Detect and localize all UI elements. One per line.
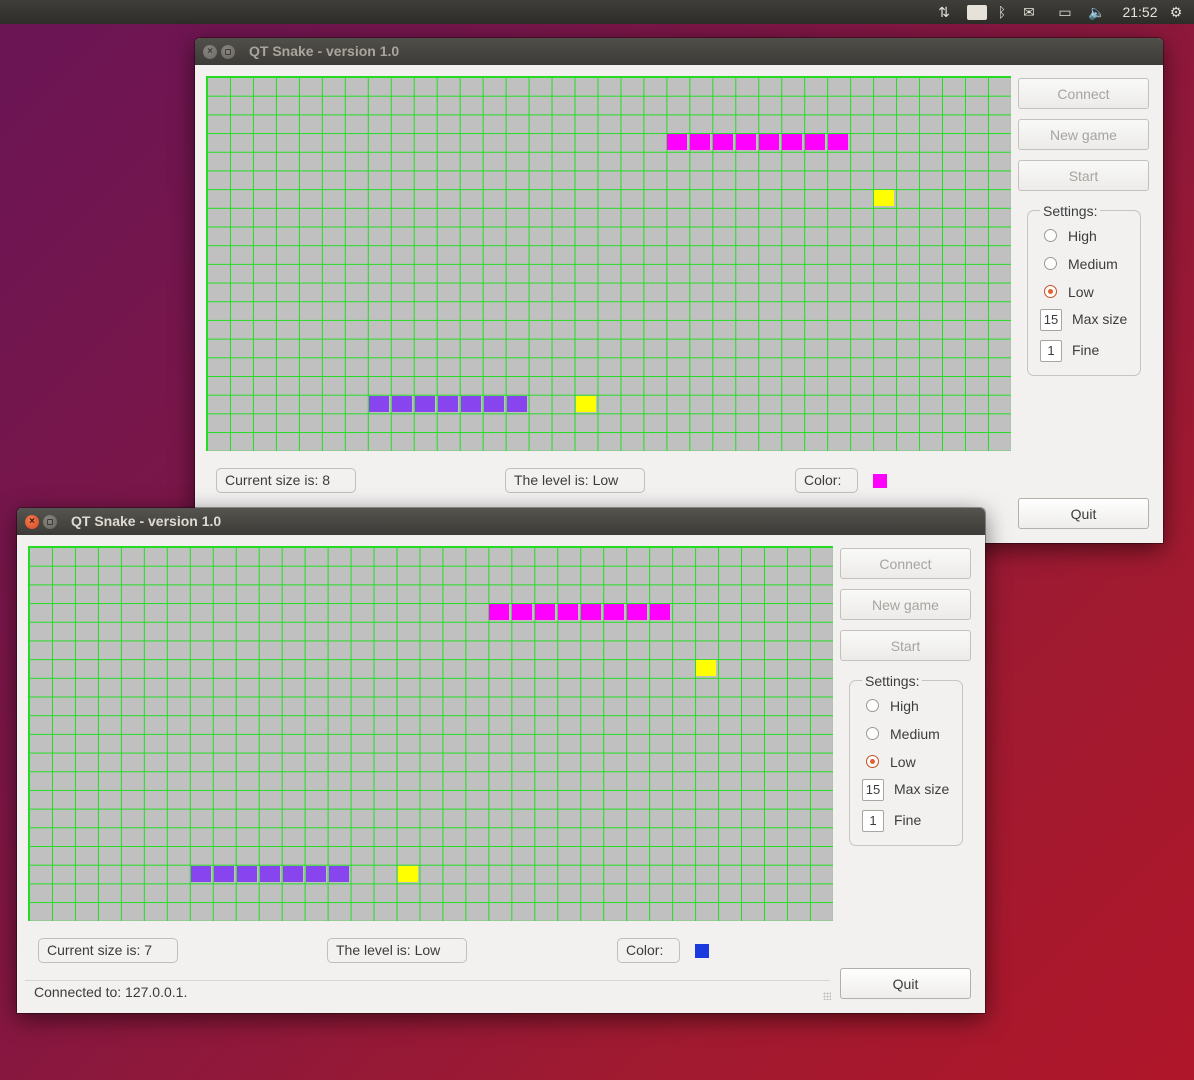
- snake-segment: [759, 134, 780, 150]
- connect-button[interactable]: Connect: [1018, 78, 1149, 109]
- minimize-icon[interactable]: [43, 515, 57, 529]
- radio-medium-indicator[interactable]: [866, 727, 879, 740]
- snake-segment: [650, 604, 671, 620]
- current-size-label: Current size is: 8: [216, 468, 356, 493]
- new-game-button[interactable]: New game: [1018, 119, 1149, 150]
- title-bar[interactable]: × QT Snake - version 1.0: [17, 508, 985, 535]
- game-board: [28, 546, 833, 921]
- radio-low-indicator[interactable]: [1044, 285, 1057, 298]
- fine-input[interactable]: 1: [862, 810, 884, 832]
- top-panel: ⇅ Ru ᛒ ✉ ▭ 🔈 21:52 ⚙: [0, 0, 1194, 24]
- snake-segment: [535, 604, 556, 620]
- color-label: Color:: [795, 468, 858, 493]
- settings-group: Settings: High Medium Low 15 Max size 1 Fi…: [849, 673, 963, 846]
- snake-segment: [414, 395, 435, 412]
- snake-segment: [460, 395, 481, 412]
- close-icon[interactable]: ×: [203, 45, 217, 59]
- radio-medium-indicator[interactable]: [1044, 257, 1057, 270]
- status-bar-text: Connected to: 127.0.0.1.: [34, 984, 188, 1000]
- snake-segment: [690, 134, 711, 150]
- settings-group: Settings: High Medium Low 15 Max size 1 Fi…: [1027, 203, 1141, 376]
- close-icon[interactable]: ×: [25, 515, 39, 529]
- snake-segment: [190, 865, 211, 882]
- max-size-label: Max size: [1072, 311, 1128, 327]
- connect-button[interactable]: Connect: [840, 548, 971, 579]
- level-label: The level is: Low: [327, 938, 467, 963]
- food-item: [696, 660, 717, 676]
- level-label: The level is: Low: [505, 468, 645, 493]
- food-item: [575, 395, 596, 412]
- radio-high-label: High: [890, 698, 919, 714]
- food-item: [874, 190, 895, 206]
- fine-label: Fine: [894, 812, 922, 828]
- start-button[interactable]: Start: [1018, 160, 1149, 191]
- snake-segment: [667, 134, 688, 150]
- snake-segment: [782, 134, 803, 150]
- snake-segment: [713, 134, 734, 150]
- snake-segment: [368, 395, 389, 412]
- snake-segment: [213, 865, 234, 882]
- clock[interactable]: 21:52: [1120, 3, 1160, 21]
- quit-button[interactable]: Quit: [1018, 498, 1149, 529]
- snake-segment: [736, 134, 757, 150]
- window-title: QT Snake - version 1.0: [249, 43, 400, 59]
- snake-segment: [489, 604, 510, 620]
- settings-title: Settings:: [1040, 203, 1101, 219]
- radio-low-label: Low: [890, 754, 916, 770]
- quit-button[interactable]: Quit: [840, 968, 971, 999]
- radio-high-indicator[interactable]: [866, 699, 879, 712]
- color-swatch: [695, 944, 709, 958]
- radio-high-label: High: [1068, 228, 1097, 244]
- snake-segment: [236, 865, 257, 882]
- snake-segment: [391, 395, 412, 412]
- radio-medium-label: Medium: [890, 726, 940, 742]
- battery-icon[interactable]: ▭: [1053, 3, 1077, 21]
- snake-segment: [805, 134, 826, 150]
- snake-window-back: × QT Snake - version 1.0 Connect New gam…: [195, 38, 1163, 543]
- game-board: [206, 76, 1011, 451]
- snake-segment: [627, 604, 648, 620]
- new-game-button[interactable]: New game: [840, 589, 971, 620]
- color-label: Color:: [617, 938, 680, 963]
- minimize-icon[interactable]: [221, 45, 235, 59]
- snake-window-front: × QT Snake - version 1.0 Connect New gam…: [17, 508, 985, 1013]
- network-icon[interactable]: ⇅: [934, 3, 954, 21]
- window-title: QT Snake - version 1.0: [71, 513, 222, 529]
- resize-grip[interactable]: [823, 992, 831, 1000]
- radio-low-label: Low: [1068, 284, 1094, 300]
- snake-segment: [437, 395, 458, 412]
- snake-segment: [506, 395, 527, 412]
- snake-segment: [581, 604, 602, 620]
- snake-segment: [328, 865, 349, 882]
- snake-segment: [512, 604, 533, 620]
- keyboard-layout-indicator[interactable]: Ru: [967, 5, 988, 20]
- title-bar[interactable]: × QT Snake - version 1.0: [195, 38, 1163, 65]
- fine-input[interactable]: 1: [1040, 340, 1062, 362]
- snake-segment: [828, 134, 849, 150]
- snake-segment: [259, 865, 280, 882]
- current-size-label: Current size is: 7: [38, 938, 178, 963]
- color-swatch: [873, 474, 887, 488]
- start-button[interactable]: Start: [840, 630, 971, 661]
- radio-low-indicator[interactable]: [866, 755, 879, 768]
- radio-medium-label: Medium: [1068, 256, 1118, 272]
- radio-high-indicator[interactable]: [1044, 229, 1057, 242]
- snake-segment: [558, 604, 579, 620]
- snake-segment: [604, 604, 625, 620]
- bluetooth-icon[interactable]: ᛒ: [994, 3, 1010, 21]
- fine-label: Fine: [1072, 342, 1100, 358]
- max-size-input[interactable]: 15: [1040, 309, 1062, 331]
- volume-icon[interactable]: 🔈: [1087, 3, 1107, 21]
- mail-icon[interactable]: ✉: [1019, 3, 1039, 21]
- status-bar-divider: [25, 980, 830, 981]
- max-size-input[interactable]: 15: [862, 779, 884, 801]
- settings-title: Settings:: [862, 673, 923, 689]
- food-item: [397, 865, 418, 882]
- snake-segment: [483, 395, 504, 412]
- settings-icon[interactable]: ⚙: [1166, 3, 1186, 21]
- snake-segment: [305, 865, 326, 882]
- max-size-label: Max size: [894, 781, 950, 797]
- snake-segment: [282, 865, 303, 882]
